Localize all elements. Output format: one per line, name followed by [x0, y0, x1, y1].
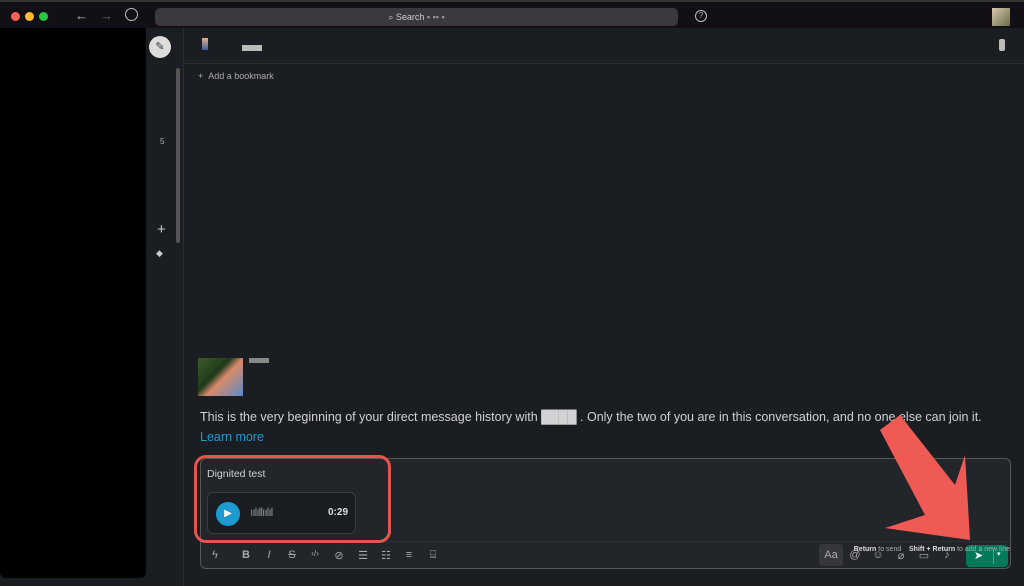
code-block-icon[interactable]: ⌸	[425, 549, 441, 562]
add-icon[interactable]: +	[157, 221, 166, 238]
search-input[interactable]: ⌕ Search ▪ ▪▪ ▪	[155, 8, 678, 26]
collapse-icon[interactable]: ◆	[156, 248, 163, 259]
profile-name-redacted	[249, 358, 269, 363]
ordered-list-icon[interactable]: ☰	[355, 549, 371, 562]
formatting-toggle-icon[interactable]: Aa	[819, 544, 843, 566]
annotation-highlight	[194, 455, 391, 543]
bulleted-list-icon[interactable]: ☷	[378, 549, 394, 562]
blockquote-icon[interactable]: ≡	[401, 549, 417, 561]
close-window-button[interactable]	[11, 12, 20, 21]
minimize-window-button[interactable]	[25, 12, 34, 21]
add-bookmark-button[interactable]: + Add a bookmark	[198, 71, 274, 81]
sidebar-redacted	[0, 28, 146, 578]
shortcuts-icon[interactable]: ϟ	[207, 549, 223, 561]
profile-picture	[198, 358, 243, 396]
link-icon[interactable]: ⊘	[331, 549, 347, 562]
scrollbar[interactable]	[176, 68, 180, 243]
nav-rail: ✎ 5 + ◆	[146, 28, 183, 586]
italic-icon[interactable]: I	[261, 549, 277, 561]
help-icon[interactable]: ?	[695, 10, 707, 22]
user-avatar[interactable]	[992, 8, 1010, 26]
bold-icon[interactable]: B	[238, 549, 254, 561]
back-arrow-icon[interactable]: ←	[75, 8, 88, 23]
annotation-arrow-icon	[880, 415, 970, 540]
unread-count: 5	[160, 137, 165, 146]
search-icon: ⌕	[388, 12, 396, 22]
strikethrough-icon[interactable]: S	[284, 549, 300, 561]
forward-arrow-icon[interactable]: →	[100, 8, 113, 23]
channel-header	[184, 28, 1024, 64]
code-icon[interactable]: ‹/›	[307, 549, 323, 558]
title-bar: ← → ⌕ Search ▪ ▪▪ ▪ ?	[0, 0, 1024, 28]
maximize-window-button[interactable]	[39, 12, 48, 21]
dm-name-redacted[interactable]	[242, 45, 262, 51]
history-clock-icon[interactable]	[125, 8, 138, 21]
compose-icon[interactable]: ✎	[149, 36, 171, 58]
dm-avatar	[202, 38, 208, 50]
huddle-icon[interactable]	[999, 39, 1005, 51]
